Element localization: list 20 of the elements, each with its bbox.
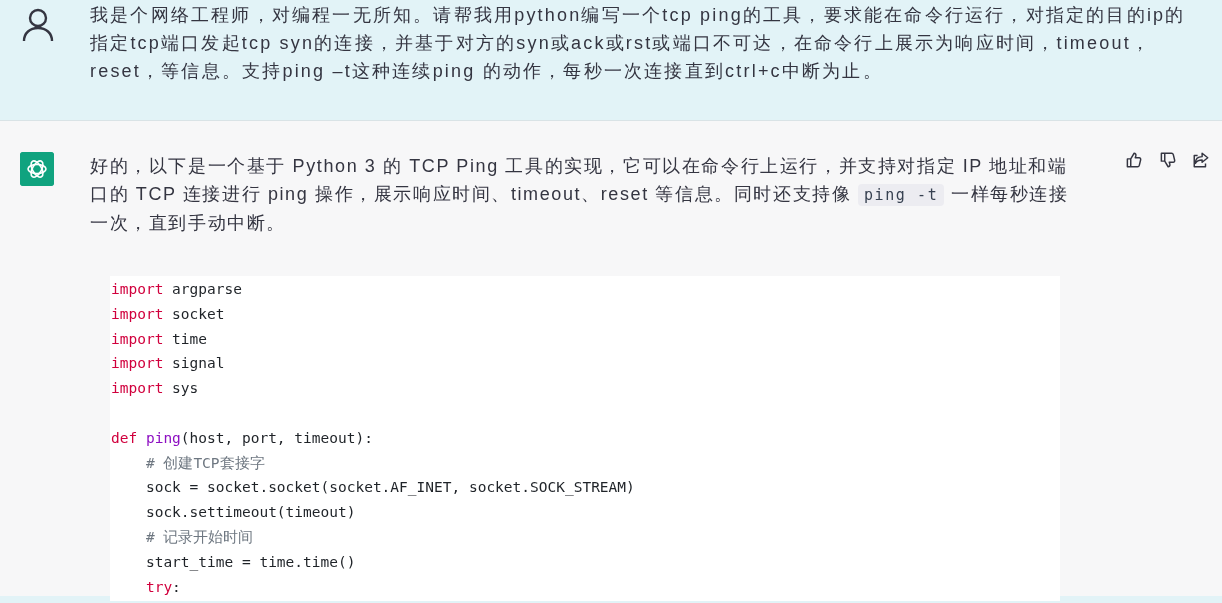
code-line: sock = socket.socket(socket.AF_INET, socket.SOCK_STREAM) [144,478,635,498]
assistant-logo-icon [20,152,54,186]
code-line: import socket [110,304,225,324]
thumbs-down-icon[interactable] [1158,151,1176,169]
code-line: import time [110,329,208,349]
code-line: # 记录开始时间 [144,527,254,547]
share-icon[interactable] [1192,151,1210,169]
code-line: def ping(host, port, timeout): [110,428,373,448]
code-line: start_time = time.time() [144,552,356,573]
code-line: try: [144,577,181,597]
code-line: import signal [110,354,225,374]
user-avatar-icon [22,8,54,42]
message-text: 我是个网络工程师，对编程一无所知。请帮我用python编写一个tcp ping的工具，要求能在命令行运行，对指定的目的ip的指定tcp端口发起tcp syn的连接，并基于对方的syn或ack或rst或端口不可达，在命令行上展示为响应时间，timeout，reset，等信息。支持ping –t这种连续ping 的动作，每秒一次连接直到ctrl+c中断为止。 [90,4,1187,83]
code-line: import argparse [110,280,242,299]
code-line: import sys [110,379,199,399]
inline-code: ping -t [857,184,945,206]
message-text: 好的，以下是一个基于 Python 3 的 TCP Ping 工具的实现，它可以在命令行上运行，并支持对指定 IP 地址和端口的 TCP 连接进行 ping 操作，展示响应时间、timeout、reset 等信息。同时还支持像 ping -t 一样每秒连接一次，直到手动中断。 [90,155,1070,235]
code-line: # 创建TCP套接字 [144,453,265,473]
thumbs-up-icon[interactable] [1124,151,1142,169]
code-line: sock.settimeout(timeout) [144,503,356,523]
